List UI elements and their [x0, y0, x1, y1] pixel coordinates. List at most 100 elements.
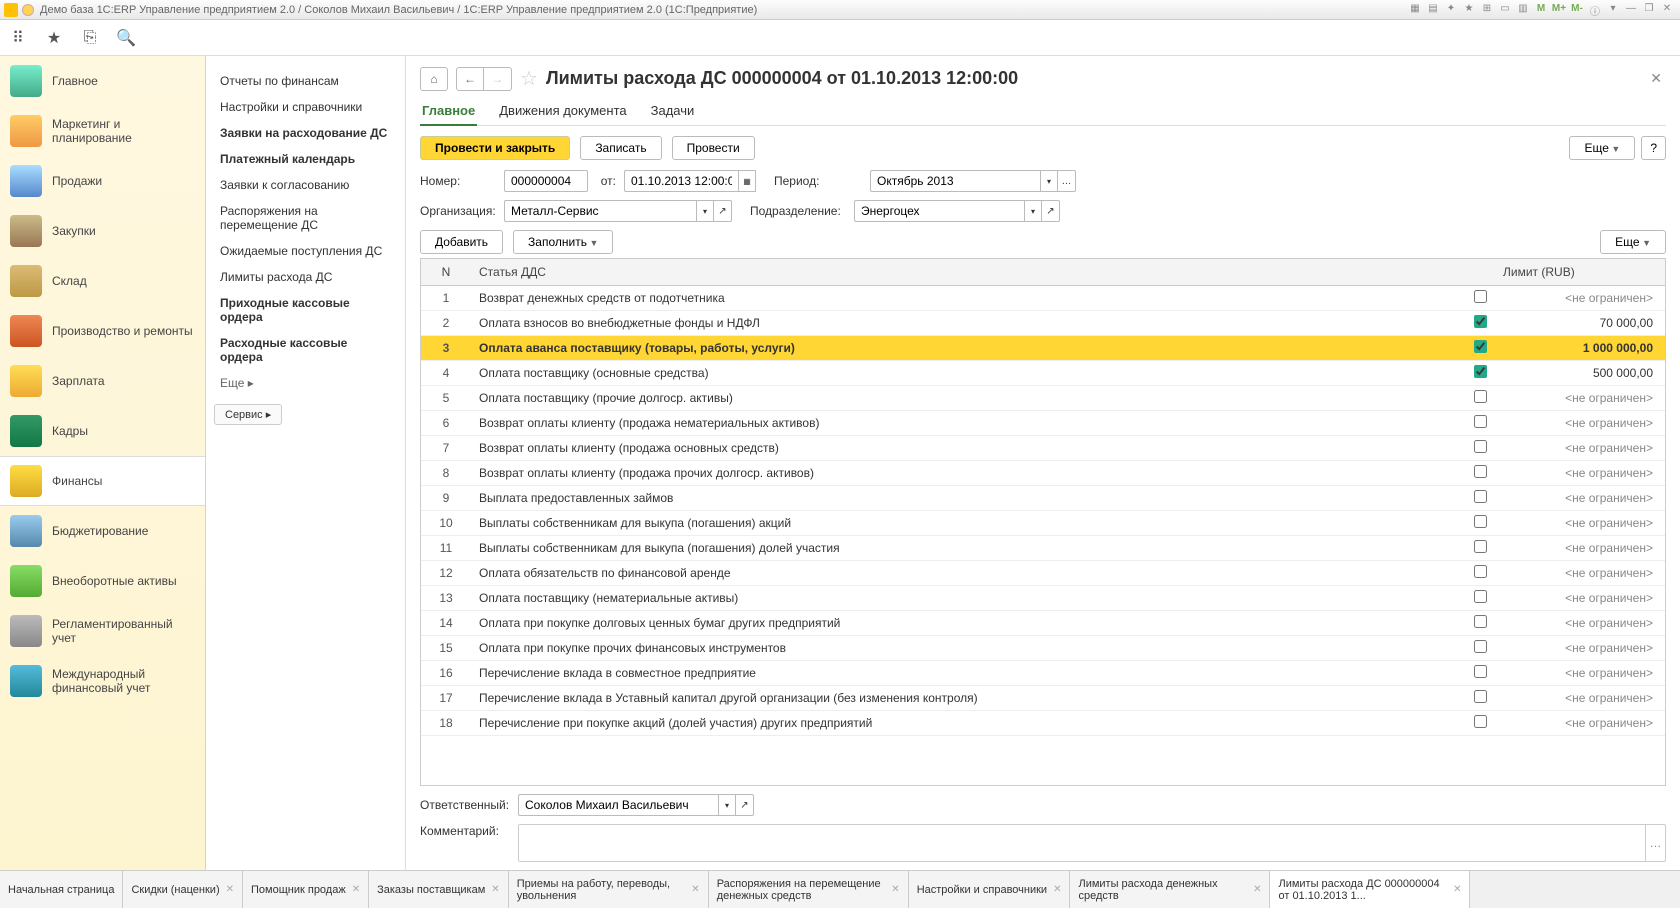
limit-checkbox[interactable]: [1474, 590, 1487, 603]
col-check[interactable]: [1465, 259, 1495, 286]
home-button[interactable]: ⌂: [420, 67, 448, 91]
comment-field[interactable]: [519, 825, 1645, 861]
fill-button[interactable]: Заполнить: [513, 230, 613, 254]
table-row[interactable]: 18Перечисление при покупке акций (долей …: [421, 711, 1665, 736]
limit-checkbox[interactable]: [1474, 665, 1487, 678]
tab-main[interactable]: Главное: [420, 99, 477, 126]
table-row[interactable]: 15Оплата при покупке прочих финансовых и…: [421, 636, 1665, 661]
limit-checkbox[interactable]: [1474, 540, 1487, 553]
tab-tasks[interactable]: Задачи: [649, 99, 697, 125]
window-tab-6[interactable]: Настройки и справочники✕: [909, 871, 1071, 908]
nav-item-3[interactable]: Закупки: [0, 206, 205, 256]
dept-dropdown-icon[interactable]: ▾: [1024, 200, 1042, 222]
table-row[interactable]: 8Возврат оплаты клиенту (продажа прочих …: [421, 461, 1665, 486]
table-row[interactable]: 10Выплаты собственникам для выкупа (пога…: [421, 511, 1665, 536]
service-button[interactable]: Сервис ▸: [214, 404, 282, 425]
window-tab-8[interactable]: Лимиты расхода ДС 000000004 от 01.10.201…: [1270, 871, 1470, 908]
nav-item-1[interactable]: Маркетинг и планирование: [0, 106, 205, 156]
tb-m[interactable]: M: [1533, 3, 1549, 17]
close-document-button[interactable]: ✕: [1646, 66, 1666, 91]
table-row[interactable]: 2Оплата взносов во внебюджетные фонды и …: [421, 311, 1665, 336]
tb-m-plus[interactable]: M+: [1551, 3, 1567, 17]
period-dropdown-icon[interactable]: ▾: [1040, 170, 1058, 192]
dept-field[interactable]: [854, 200, 1024, 222]
limit-checkbox[interactable]: [1474, 290, 1487, 303]
minimize-button[interactable]: —: [1623, 3, 1639, 17]
table-row[interactable]: 11Выплаты собственникам для выкупа (пога…: [421, 536, 1665, 561]
table-row[interactable]: 3Оплата аванса поставщику (товары, работ…: [421, 336, 1665, 361]
subnav-item-5[interactable]: Распоряжения на перемещение ДС: [214, 198, 397, 238]
back-button[interactable]: ←: [456, 67, 484, 91]
favorite-icon[interactable]: ★: [44, 28, 64, 48]
responsible-field[interactable]: [518, 794, 718, 816]
help-button[interactable]: ?: [1641, 136, 1666, 160]
forward-button[interactable]: →: [484, 67, 512, 91]
subnav-more[interactable]: Еще ▸: [214, 370, 397, 396]
window-tab-2[interactable]: Помощник продаж✕: [243, 871, 369, 908]
close-tab-icon[interactable]: ✕: [491, 884, 499, 895]
table-row[interactable]: 9Выплата предоставленных займов<не огран…: [421, 486, 1665, 511]
col-article[interactable]: Статья ДДС: [471, 259, 1465, 286]
number-field[interactable]: [504, 170, 588, 192]
table-row[interactable]: 5Оплата поставщику (прочие долгоср. акти…: [421, 386, 1665, 411]
close-tab-icon[interactable]: ✕: [352, 884, 360, 895]
window-tab-3[interactable]: Заказы поставщикам✕: [369, 871, 509, 908]
resp-open-button[interactable]: ↗: [736, 794, 754, 816]
table-row[interactable]: 12Оплата обязательств по финансовой арен…: [421, 561, 1665, 586]
table-row[interactable]: 1Возврат денежных средств от подотчетник…: [421, 286, 1665, 311]
favorite-star-icon[interactable]: ☆: [520, 66, 538, 91]
limit-checkbox[interactable]: [1474, 315, 1487, 328]
history-icon[interactable]: ⎘: [80, 28, 100, 48]
nav-item-12[interactable]: Международный финансовый учет: [0, 656, 205, 706]
limit-checkbox[interactable]: [1474, 640, 1487, 653]
close-window-button[interactable]: ✕: [1659, 3, 1675, 17]
close-tab-icon[interactable]: ✕: [891, 884, 899, 895]
table-row[interactable]: 14Оплата при покупке долговых ценных бум…: [421, 611, 1665, 636]
limit-checkbox[interactable]: [1474, 615, 1487, 628]
tb-icon-5[interactable]: ⊞: [1479, 3, 1495, 17]
table-row[interactable]: 17Перечисление вклада в Уставный капитал…: [421, 686, 1665, 711]
subnav-item-4[interactable]: Заявки к согласованию: [214, 172, 397, 198]
tb-icon-3[interactable]: ✦: [1443, 3, 1459, 17]
help-icon[interactable]: ⓘ: [1587, 3, 1603, 17]
dept-open-button[interactable]: ↗: [1042, 200, 1060, 222]
comment-expand-button[interactable]: …: [1645, 825, 1665, 861]
close-tab-icon[interactable]: ✕: [1453, 884, 1461, 895]
nav-item-10[interactable]: Внеоборотные активы: [0, 556, 205, 606]
limit-checkbox[interactable]: [1474, 715, 1487, 728]
nav-item-4[interactable]: Склад: [0, 256, 205, 306]
close-tab-icon[interactable]: ✕: [1053, 884, 1061, 895]
window-tab-5[interactable]: Распоряжения на перемещение денежных сре…: [709, 871, 909, 908]
subnav-item-1[interactable]: Настройки и справочники: [214, 94, 397, 120]
search-icon[interactable]: 🔍: [116, 28, 136, 48]
app-menu-icon[interactable]: [22, 4, 34, 16]
tab-movements[interactable]: Движения документа: [497, 99, 628, 125]
limit-checkbox[interactable]: [1474, 465, 1487, 478]
post-button[interactable]: Провести: [672, 136, 755, 160]
subnav-item-7[interactable]: Лимиты расхода ДС: [214, 264, 397, 290]
tb-m-minus[interactable]: M-: [1569, 3, 1585, 17]
table-row[interactable]: 7Возврат оплаты клиенту (продажа основны…: [421, 436, 1665, 461]
calendar-icon[interactable]: ▦: [738, 170, 756, 192]
limit-checkbox[interactable]: [1474, 690, 1487, 703]
table-more-button[interactable]: Еще: [1600, 230, 1666, 254]
window-tab-4[interactable]: Приемы на работу, переводы, увольнения✕: [509, 871, 709, 908]
limit-checkbox[interactable]: [1474, 390, 1487, 403]
nav-item-2[interactable]: Продажи: [0, 156, 205, 206]
period-select-button[interactable]: …: [1058, 170, 1076, 192]
window-tab-0[interactable]: Начальная страница: [0, 871, 123, 908]
nav-item-0[interactable]: Главное: [0, 56, 205, 106]
maximize-button[interactable]: ❐: [1641, 3, 1657, 17]
nav-item-5[interactable]: Производство и ремонты: [0, 306, 205, 356]
subnav-item-6[interactable]: Ожидаемые поступления ДС: [214, 238, 397, 264]
tb-icon-1[interactable]: ▦: [1407, 3, 1423, 17]
window-tab-1[interactable]: Скидки (наценки)✕: [123, 871, 243, 908]
org-dropdown-icon[interactable]: ▾: [696, 200, 714, 222]
nav-item-9[interactable]: Бюджетирование: [0, 506, 205, 556]
add-row-button[interactable]: Добавить: [420, 230, 503, 254]
limit-checkbox[interactable]: [1474, 415, 1487, 428]
subnav-item-2[interactable]: Заявки на расходование ДС: [214, 120, 397, 146]
table-row[interactable]: 4Оплата поставщику (основные средства)50…: [421, 361, 1665, 386]
nav-item-11[interactable]: Регламентированный учет: [0, 606, 205, 656]
col-limit[interactable]: Лимит (RUB): [1495, 259, 1665, 286]
